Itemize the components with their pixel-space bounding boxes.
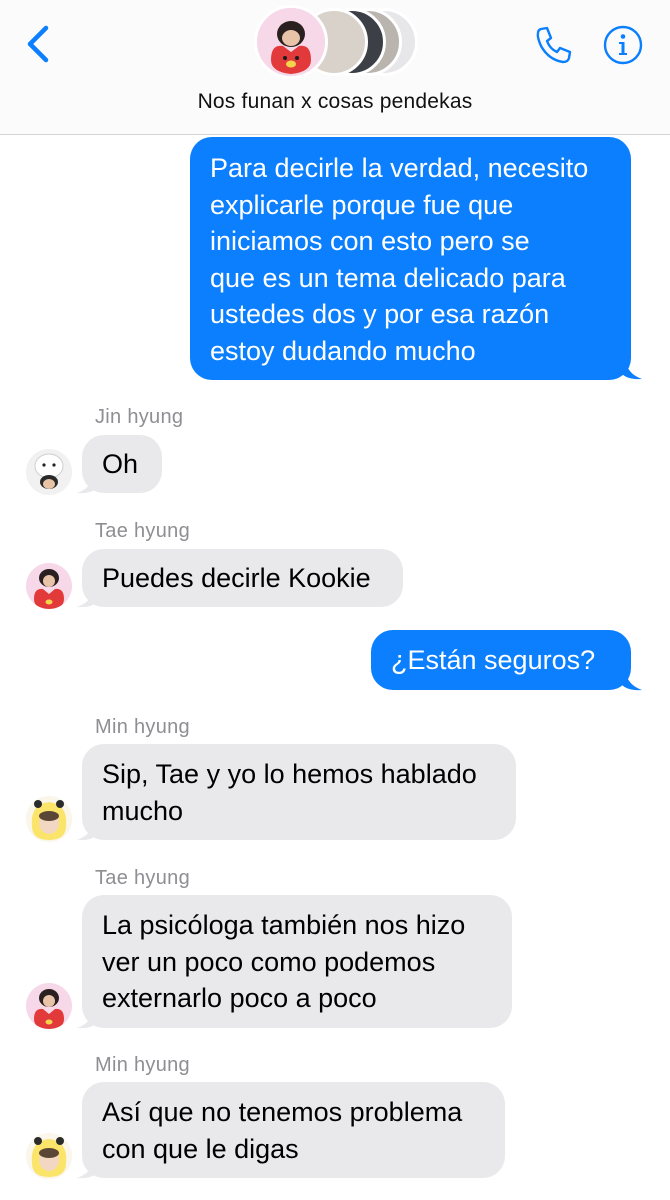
- sender-avatar[interactable]: [26, 983, 72, 1029]
- sender-name: Min hyung: [95, 1054, 190, 1076]
- bubble-tail: [622, 362, 642, 380]
- message-text-line: Para decirle la verdad, necesito: [210, 153, 589, 183]
- phone-icon: [536, 26, 572, 64]
- incoming-message-bubble[interactable]: Puedes decirle Kookie: [82, 549, 403, 607]
- conversation-header: Nos funan x cosas pendekas: [0, 0, 670, 135]
- info-icon: [603, 25, 643, 65]
- message-text-line: con que le digas: [102, 1133, 299, 1164]
- incoming-message-bubble[interactable]: Sip, Tae y yo lo hemos hablado mucho: [82, 744, 516, 840]
- group-name[interactable]: Nos funan x cosas pendekas: [0, 90, 670, 114]
- call-button[interactable]: [532, 24, 574, 66]
- min-avatar-icon: [26, 796, 72, 842]
- message-text-line: ¿Están seguros?: [391, 645, 596, 675]
- message-text-line: externarlo poco a poco: [102, 983, 377, 1013]
- back-button[interactable]: [22, 22, 56, 66]
- sender-name: Min hyung: [95, 716, 190, 738]
- sender-avatar[interactable]: [26, 449, 72, 495]
- tata-avatar-icon: [26, 983, 72, 1029]
- sender-name: Tae hyung: [95, 867, 190, 889]
- sender-avatar[interactable]: [26, 563, 72, 609]
- sender-name: Tae hyung: [95, 520, 190, 542]
- tata-plush-avatar-icon: [257, 8, 325, 76]
- message-text-line: que es un tema delicado para: [210, 262, 566, 293]
- bubble-tail: [622, 673, 642, 691]
- sender-avatar[interactable]: [26, 1133, 72, 1179]
- group-main-avatar: [254, 5, 328, 79]
- sender-name: Jin hyung: [95, 406, 184, 428]
- message-text-line: ver un poco como podemos: [102, 946, 436, 977]
- bubble-tail: [77, 1011, 97, 1029]
- message-text-line: explicarle porque fue que: [210, 189, 514, 220]
- message-text-line: estoy dudando mucho: [210, 335, 476, 366]
- bubble-tail: [77, 1161, 97, 1179]
- message-text-line: iniciamos con esto pero se: [210, 226, 530, 256]
- message-text-line: Oh: [102, 449, 139, 479]
- incoming-message-bubble[interactable]: La psicóloga también nos hizo ver un poc…: [82, 895, 512, 1028]
- incoming-message-bubble[interactable]: Así que no tenemos problema con que le d…: [82, 1082, 505, 1178]
- bubble-tail: [77, 590, 97, 608]
- min-avatar-icon: [26, 1133, 72, 1179]
- jin-avatar-icon: [26, 449, 72, 495]
- messages-screen: Nos funan x cosas pendekas Para decirle …: [0, 0, 670, 1200]
- tata-avatar-icon: [26, 563, 72, 609]
- message-text-line: Así que no tenemos problema: [102, 1097, 463, 1127]
- outgoing-message-bubble[interactable]: Para decirle la verdad, necesito explica…: [190, 137, 631, 380]
- info-button[interactable]: [602, 24, 644, 66]
- message-text-line: mucho: [102, 795, 184, 826]
- chevron-left-icon: [27, 25, 49, 63]
- group-avatar-stack[interactable]: [254, 4, 424, 80]
- outgoing-message-bubble[interactable]: ¿Están seguros?: [371, 630, 631, 690]
- message-text-line: La psicóloga también nos hizo: [102, 910, 466, 940]
- message-text-line: Sip, Tae y yo lo hemos hablado: [102, 759, 477, 789]
- message-text-line: ustedes dos y por esa razón: [210, 299, 550, 329]
- bubble-tail: [77, 476, 97, 494]
- bubble-tail: [77, 823, 97, 841]
- sender-avatar[interactable]: [26, 796, 72, 842]
- message-text-line: Puedes decirle Kookie: [102, 563, 371, 593]
